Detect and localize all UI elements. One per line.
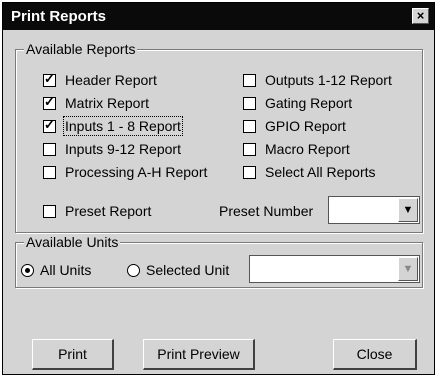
checkbox-header-report[interactable]: ✓ Header Report <box>43 70 157 88</box>
available-units-label: Available Units <box>24 234 121 250</box>
checkbox-box[interactable] <box>243 119 256 133</box>
checkbox-box[interactable] <box>243 165 256 179</box>
checkbox-box[interactable] <box>43 142 56 156</box>
checkbox-label: Inputs 9-12 Report <box>65 141 181 157</box>
radio-selected-unit[interactable]: Selected Unit <box>127 262 229 278</box>
radio-button[interactable] <box>21 263 34 277</box>
checkbox-label: Macro Report <box>265 141 350 157</box>
checkbox-label: GPIO Report <box>265 118 346 134</box>
close-button-label: Close <box>356 346 393 362</box>
checkbox-box[interactable]: ✓ <box>43 70 56 87</box>
checkbox-gpio-report[interactable]: GPIO Report <box>243 118 346 134</box>
checkbox-box[interactable]: ✓ <box>43 93 56 110</box>
checkbox-box[interactable] <box>43 204 56 218</box>
checkbox-label: Preset Report <box>65 203 152 219</box>
checkbox-label: Processing A-H Report <box>65 164 208 180</box>
checkbox-box[interactable]: ✓ <box>43 116 56 133</box>
checkmark-icon: ✓ <box>44 70 55 86</box>
chevron-down-icon[interactable]: ▼ <box>398 198 418 222</box>
checkbox-box[interactable] <box>243 96 256 110</box>
checkbox-label: Header Report <box>65 72 157 88</box>
selected-unit-select[interactable]: ▼ <box>249 255 420 283</box>
print-button[interactable]: Print <box>32 339 114 370</box>
dialog-title: Print Reports <box>11 8 107 25</box>
radio-label: Selected Unit <box>146 262 230 278</box>
chevron-down-icon[interactable]: ▼ <box>398 257 418 281</box>
print-preview-button-label: Print Preview <box>157 346 240 362</box>
checkbox-box[interactable] <box>243 142 256 156</box>
radio-label: All Units <box>40 262 92 278</box>
title-bar: Print Reports × <box>3 3 434 30</box>
print-button-label: Print <box>58 346 87 362</box>
checkbox-preset-report[interactable]: Preset Report <box>43 203 151 219</box>
checkbox-outputs-1-12-report[interactable]: Outputs 1-12 Report <box>243 72 392 88</box>
preset-number-select[interactable]: ▼ <box>328 196 420 224</box>
checkbox-label: Outputs 1-12 Report <box>265 72 392 88</box>
radio-button[interactable] <box>127 263 140 277</box>
checkmark-icon: ✓ <box>44 116 55 132</box>
checkbox-inputs-9-12-report[interactable]: Inputs 9-12 Report <box>43 141 181 157</box>
print-reports-dialog: Print Reports × Available Reports ✓ Head… <box>2 2 435 375</box>
checkbox-label: Matrix Report <box>65 95 150 111</box>
checkbox-label: Inputs 1 - 8 Report <box>63 116 183 136</box>
checkbox-processing-a-h-report[interactable]: Processing A-H Report <box>43 164 207 180</box>
checkbox-box[interactable] <box>43 165 56 179</box>
close-button[interactable]: Close <box>333 339 417 370</box>
checkbox-macro-report[interactable]: Macro Report <box>243 141 350 157</box>
checkbox-matrix-report[interactable]: ✓ Matrix Report <box>43 93 150 111</box>
available-reports-label: Available Reports <box>24 41 138 57</box>
radio-dot-icon <box>25 267 30 273</box>
print-preview-button[interactable]: Print Preview <box>143 339 255 370</box>
preset-number-label: Preset Number <box>219 203 314 219</box>
checkbox-box[interactable] <box>243 73 256 87</box>
checkbox-label: Gating Report <box>265 95 353 111</box>
close-icon[interactable]: × <box>412 8 429 24</box>
checkbox-label: Select All Reports <box>265 164 376 180</box>
checkbox-inputs-1-8-report[interactable]: ✓ Inputs 1 - 8 Report <box>43 116 183 136</box>
checkmark-icon: ✓ <box>44 93 55 109</box>
checkbox-gating-report[interactable]: Gating Report <box>243 95 352 111</box>
checkbox-select-all-reports[interactable]: Select All Reports <box>243 164 376 180</box>
radio-all-units[interactable]: All Units <box>21 262 91 278</box>
